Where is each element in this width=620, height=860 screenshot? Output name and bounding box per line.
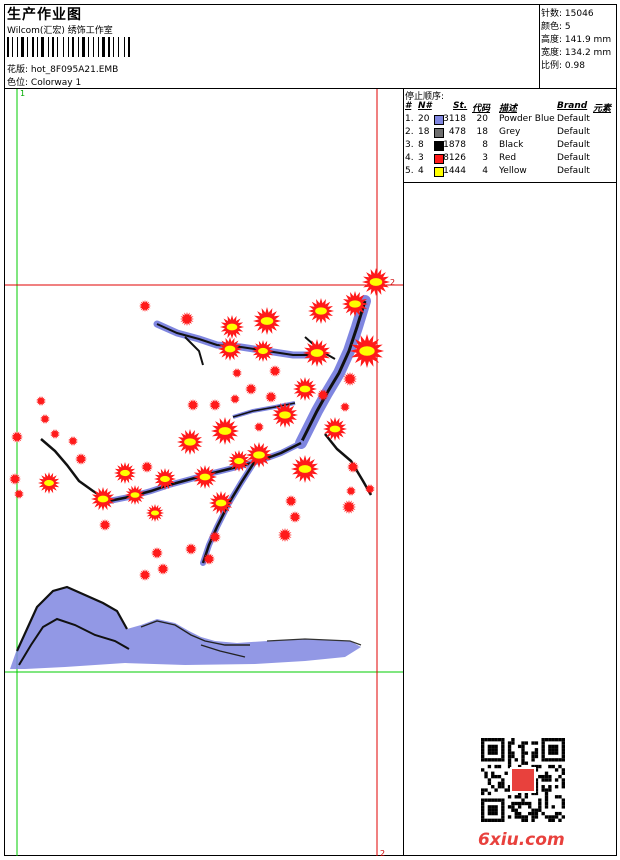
cell-n: 20 [418, 114, 430, 124]
cell-n: 18 [418, 127, 430, 137]
cell-st: 3118 [443, 114, 466, 124]
cell-num: 2. [405, 127, 414, 137]
qr-code [481, 738, 565, 822]
watermark-text: 6xiu.com [478, 830, 565, 850]
stat-height: 高度: 141.9 mm [541, 35, 612, 45]
cell-num: 4. [405, 153, 414, 163]
cell-code: 4 [482, 166, 488, 176]
color-swatch [434, 154, 444, 164]
color-swatch [434, 115, 444, 125]
color-swatch [434, 167, 444, 177]
color-table-row: 2. 18 478 18 Grey Default [403, 127, 617, 140]
cell-brand: Default [557, 127, 590, 137]
cell-brand: Default [557, 153, 590, 163]
design-name-row: 花版: hot_8F095A21.EMB [7, 62, 118, 75]
cell-code: 8 [482, 140, 488, 150]
cell-st: 1444 [443, 166, 466, 176]
cell-brand: Default [557, 114, 590, 124]
barcode [7, 37, 130, 57]
color-swatch [434, 128, 444, 138]
cell-num: 5. [405, 166, 414, 176]
cell-code: 3 [482, 153, 488, 163]
colorway-row: 色位: Colorway 1 [7, 75, 81, 88]
cell-brand: Default [557, 140, 590, 150]
cell-code: 20 [476, 114, 488, 124]
page-title: 生产作业图 [7, 7, 82, 23]
cell-desc: Powder Blue [499, 114, 555, 124]
panel-divider [403, 88, 404, 856]
color-table-row: 5. 4 1444 4 Yellow Default [403, 166, 617, 179]
design-canvas: 1 2 2 [5, 89, 403, 856]
blossom-embroidery [9, 268, 390, 581]
cell-desc: Yellow [499, 166, 527, 176]
cell-code: 18 [476, 127, 488, 137]
table-header: # N# St. 代码 描述 Brand 元素 [405, 101, 612, 114]
cell-desc: Red [499, 153, 517, 163]
mountain-embroidery [10, 585, 362, 669]
guide-label-2-top: 2 [390, 278, 395, 287]
guide-label-1: 1 [20, 89, 25, 98]
cell-st: 8126 [443, 153, 466, 163]
branch-embroidery [40, 295, 373, 566]
cell-n: 4 [418, 166, 424, 176]
color-table-row: 1. 20 3118 20 Powder Blue Default [403, 114, 617, 127]
cell-brand: Default [557, 166, 590, 176]
table-bottom-divider [403, 182, 617, 183]
design-label: 花版: [7, 65, 29, 75]
color-table-row: 4. 3 8126 3 Red Default [403, 153, 617, 166]
color-swatch [434, 141, 444, 151]
stat-scale: 比例: 0.98 [541, 61, 585, 71]
color-table-row: 3. 8 1878 8 Black Default [403, 140, 617, 153]
stat-stitches: 针数: 15046 [541, 9, 594, 19]
cell-n: 8 [418, 140, 424, 150]
cell-num: 1. [405, 114, 414, 124]
cell-st: 1878 [443, 140, 466, 150]
design-name: hot_8F095A21.EMB [30, 65, 119, 75]
stat-width: 宽度: 134.2 mm [541, 48, 612, 58]
cell-num: 3. [405, 140, 414, 150]
subtitle: Wilcom(汇宏) 绣饰工作室 [7, 26, 113, 36]
colorway-label: 色位: [7, 78, 29, 88]
cell-desc: Grey [499, 127, 521, 137]
stat-colors: 颜色: 5 [541, 22, 571, 32]
cell-st: 478 [448, 127, 466, 137]
guide-label-2-bottom: 2 [380, 849, 385, 856]
cell-n: 3 [418, 153, 424, 163]
colorway-name: Colorway 1 [30, 78, 82, 88]
stats-divider [539, 4, 540, 88]
qr-logo-stamp [512, 769, 534, 791]
cell-desc: Black [499, 140, 524, 150]
